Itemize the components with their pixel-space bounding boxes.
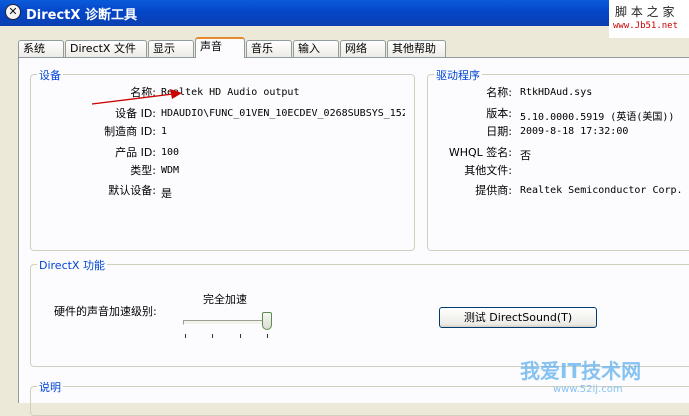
annotation-arrow-head xyxy=(170,89,182,99)
annotation-arrow-line xyxy=(91,93,174,105)
tab-sound[interactable]: 声音 xyxy=(195,37,245,58)
watermark-logo: 我爱IT技术网 xyxy=(520,359,642,383)
annotation-arrow xyxy=(91,89,182,105)
watermark-logo-url: www.52ij.com xyxy=(553,384,623,395)
